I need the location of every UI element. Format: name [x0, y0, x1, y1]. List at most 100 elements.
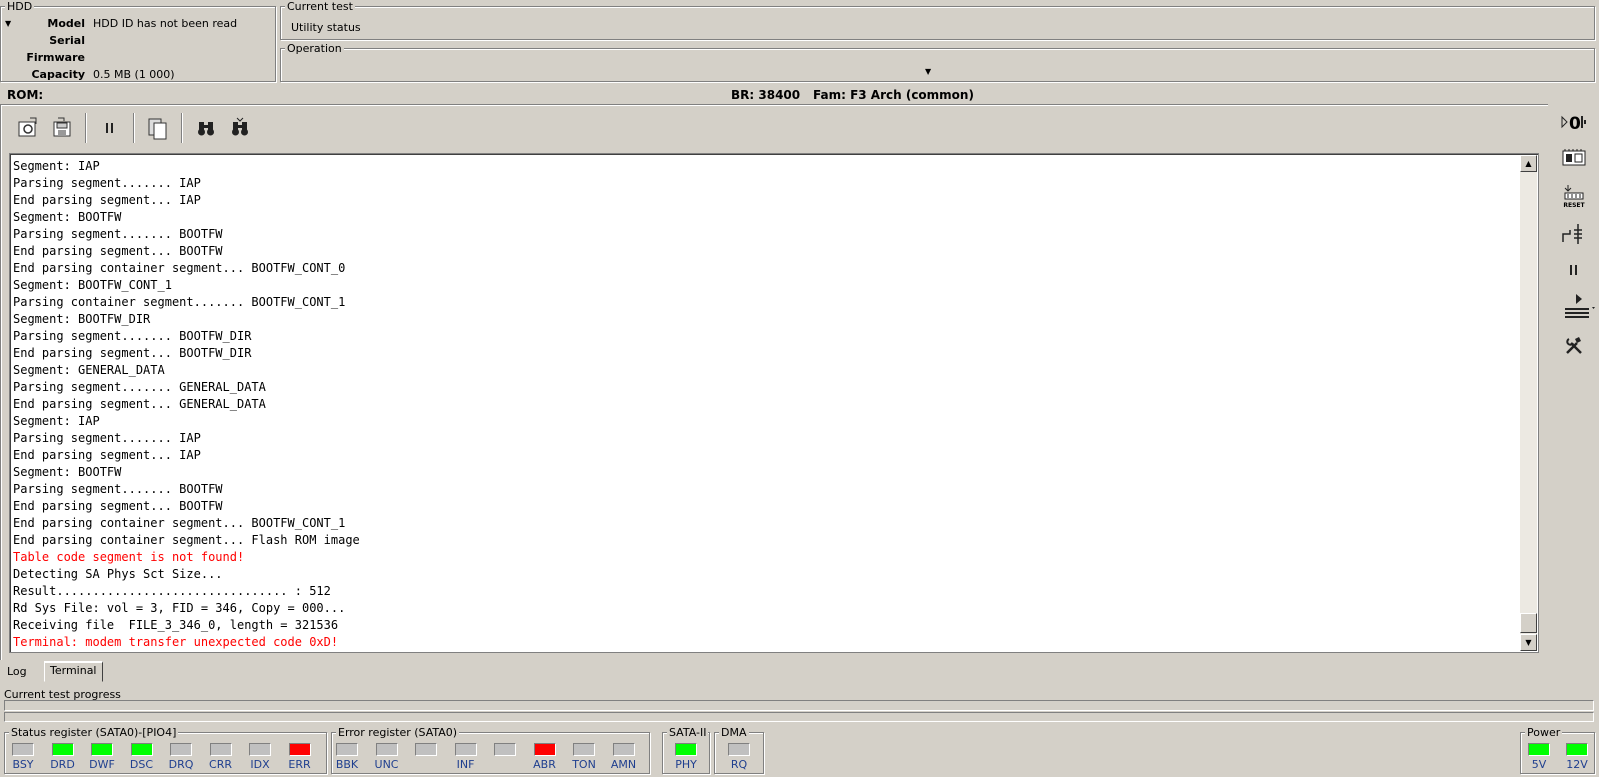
led-label: 5V: [1531, 758, 1547, 771]
log-line: End parsing segment... BOOTFW: [13, 244, 223, 258]
led-label: BBK: [335, 758, 359, 771]
led-indicator: [288, 743, 311, 756]
current-test-title: Current test: [285, 0, 355, 13]
save-icon[interactable]: [45, 112, 79, 144]
status-register-group: Status register (SATA0)-[PIO4] BSY DRD DWF…: [4, 726, 327, 774]
toolbar-separator: [85, 113, 87, 143]
operation-dropdown-arrow-icon[interactable]: ▼: [925, 67, 931, 76]
gear-icon[interactable]: [11, 112, 45, 144]
log-line: Parsing segment....... BOOTFW_DIR: [13, 329, 252, 343]
tab-log[interactable]: Log: [2, 664, 32, 681]
led-label: RQ: [730, 758, 748, 771]
jumper-icon[interactable]: [1558, 218, 1590, 250]
error-register-group: Error register (SATA0) BBK UNC INF ABR TON AM…: [331, 726, 650, 774]
reset-icon[interactable]: RESET: [1558, 180, 1590, 212]
status-line: ROM: BR: 38400 Fam: F3 Arch (common): [0, 86, 1599, 104]
led-label: PHY: [675, 758, 697, 771]
operation-title: Operation: [285, 42, 344, 55]
log-line: Segment: GENERAL_DATA: [13, 363, 165, 377]
led-label: DRD: [50, 758, 75, 771]
rom-label: ROM:: [7, 88, 44, 102]
log-line: Segment: BOOTFW: [13, 210, 122, 224]
binoculars-next-icon[interactable]: [223, 112, 257, 144]
log-line: Parsing segment....... GENERAL_DATA: [13, 380, 266, 394]
led-indicator: [249, 743, 271, 756]
dma-group: DMA RQ: [714, 726, 764, 774]
status-register-title: Status register (SATA0)-[PIO4]: [9, 726, 179, 739]
current-test-progress-bar: [4, 700, 1594, 711]
hdd-model-value: HDD ID has not been read: [93, 17, 238, 30]
log-line: Rd Sys File: vol = 3, FID = 346, Copy = …: [13, 601, 346, 615]
hdd-group-title: HDD: [5, 0, 35, 13]
led-unnamed-4: [487, 743, 523, 758]
led-indicator: [336, 743, 358, 756]
led-indicator: [12, 743, 34, 756]
pause-icon[interactable]: [93, 112, 127, 144]
copy-icon[interactable]: [141, 112, 175, 144]
log-line: Parsing container segment....... BOOTFW_…: [13, 295, 346, 309]
tab-terminal[interactable]: Terminal: [44, 661, 103, 682]
scrollbar-thumb[interactable]: [1520, 613, 1537, 633]
led-drd: DRD: [45, 743, 81, 771]
power-group: Power 5V 12V: [1520, 726, 1595, 774]
log-line: End parsing container segment... BOOTFW_…: [13, 261, 346, 275]
play-config-icon[interactable]: [1558, 290, 1599, 322]
led-indicator: [675, 743, 697, 756]
hdd-model-label: Model: [47, 17, 85, 30]
log-line: Segment: BOOTFW_DIR: [13, 312, 151, 326]
led-label: ERR: [288, 758, 311, 771]
tools-icon[interactable]: [1558, 330, 1590, 362]
hdd-row-firmware: Firmware: [1, 49, 281, 66]
led-idx: IDX: [242, 743, 278, 771]
toolbar-separator: [181, 113, 183, 143]
binoculars-icon[interactable]: [189, 112, 223, 144]
led-indicator: [1566, 743, 1588, 756]
sata-group: SATA-II PHY: [662, 726, 710, 774]
log-line: End parsing container segment... BOOTFW_…: [13, 516, 346, 530]
log-line: Detecting SA Phys Sct Size...: [13, 567, 223, 581]
right-pause-icon[interactable]: [1558, 254, 1590, 286]
board-icon[interactable]: [1558, 142, 1590, 174]
log-output[interactable]: Segment: IAP Parsing segment....... IAP En…: [9, 153, 1539, 653]
dma-title: DMA: [719, 726, 749, 739]
led-indicator: [494, 743, 516, 756]
led-unnamed-2: [408, 743, 444, 758]
hdd-row-capacity: Capacity 0.5 MB (1 000): [1, 66, 281, 83]
log-line-error: Terminal: modem transfer unexpected code…: [13, 635, 339, 649]
led-rq: RQ: [721, 743, 757, 771]
led-indicator: [612, 743, 635, 756]
current-test-value: Utility status: [291, 21, 361, 34]
power-zero-icon[interactable]: 0: [1558, 106, 1590, 138]
family-label: Fam: F3 Arch (common): [813, 88, 974, 102]
sata-title: SATA-II: [667, 726, 709, 739]
led-unc: UNC: [369, 743, 405, 771]
current-test-group: Current test Utility status: [280, 0, 1595, 40]
log-line: Segment: BOOTFW: [13, 465, 122, 479]
led-indicator: [375, 743, 398, 756]
log-line: Parsing segment....... BOOTFW: [13, 482, 223, 496]
hdd-capacity-label: Capacity: [31, 68, 85, 81]
log-line: End parsing segment... IAP: [13, 448, 201, 462]
led-label: AMN: [610, 758, 637, 771]
hdd-row-model: Model HDD ID has not been read: [1, 15, 281, 32]
toolbar-separator: [133, 113, 135, 143]
led-inf: INF: [448, 743, 484, 771]
scroll-down-icon[interactable]: ▼: [1520, 634, 1537, 651]
led-dwf: DWF: [84, 743, 120, 771]
led-indicator: [170, 743, 192, 756]
led-label: 12V: [1566, 758, 1588, 771]
log-line: Segment: BOOTFW_CONT_1: [13, 278, 172, 292]
led-label: ABR: [533, 758, 556, 771]
scroll-up-icon[interactable]: ▲: [1520, 155, 1537, 172]
led-label: DRQ: [168, 758, 194, 771]
hdd-firmware-label: Firmware: [26, 51, 85, 64]
led-drq: DRQ: [163, 743, 199, 771]
log-line: Segment: IAP: [13, 159, 100, 173]
led-label: TON: [572, 758, 596, 771]
error-register-title: Error register (SATA0): [336, 726, 460, 739]
led-indicator: [130, 743, 153, 756]
log-line: Receiving file FILE_3_346_0, length = 32…: [13, 618, 339, 632]
led-label: BSY: [12, 758, 34, 771]
led-ton: TON: [566, 743, 602, 771]
vertical-scrollbar[interactable]: ▲ ▼: [1520, 155, 1537, 651]
